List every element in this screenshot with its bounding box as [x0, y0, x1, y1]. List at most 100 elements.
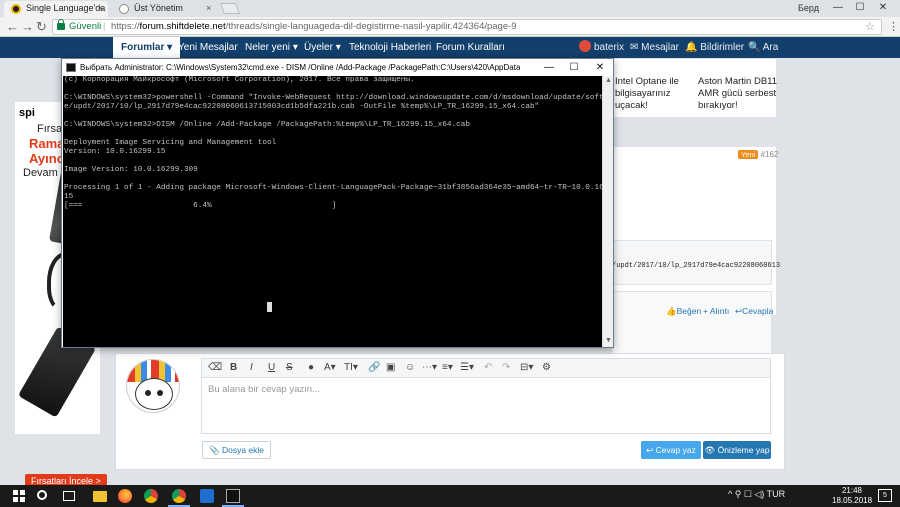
more-button[interactable]: ⋯▾	[422, 361, 437, 375]
url-bar[interactable]: Güvenli | https://forum.shiftdelete.net/…	[52, 19, 882, 35]
ad-text: Fırsa	[37, 123, 63, 135]
nav-alerts[interactable]: 🔔 Bildirimler	[685, 37, 744, 58]
nav-search[interactable]: 🔍 Ara	[748, 37, 778, 58]
console-line: 15	[64, 193, 74, 201]
italic-button[interactable]: I	[250, 361, 253, 375]
color-button[interactable]: ●	[308, 361, 314, 375]
tab-strip: Single Language'da dil d × Üst Yönetim ×…	[0, 0, 900, 17]
chrome-menu-icon[interactable]: ⋮	[888, 20, 899, 33]
search-icon[interactable]	[37, 490, 47, 500]
nav-uyeler[interactable]: Üyeler ▾	[304, 37, 341, 58]
attach-file-button[interactable]: 📎 Dosya ekle	[202, 441, 272, 459]
headline-aston[interactable]: Aston Martin DB11 AMR gücü serbest bırak…	[698, 76, 788, 112]
tab-close-icon[interactable]: ×	[98, 1, 103, 16]
tab-single-language[interactable]: Single Language'da dil d ×	[4, 1, 108, 17]
maximize-icon[interactable]: ☐	[853, 2, 867, 13]
nav-forum-kurallari[interactable]: Forum Kuralları	[436, 37, 505, 58]
console-line: Processing 1 of 1 - Adding package Micro…	[64, 184, 602, 192]
tab-close-icon[interactable]: ×	[206, 1, 211, 16]
cmd-titlebar[interactable]: Выбрать Administrator: C:\Windows\System…	[62, 59, 613, 76]
cmd-close-icon[interactable]: ✕	[588, 59, 612, 76]
list-button[interactable]: ☰▾	[460, 361, 474, 375]
scroll-up-icon[interactable]: ▲	[603, 77, 614, 84]
post-number[interactable]: #162	[761, 150, 779, 159]
nav-messages[interactable]: ✉ Mesajlar	[630, 37, 679, 58]
lock-icon	[57, 19, 65, 30]
remove-format-button[interactable]: ⌫	[208, 361, 222, 375]
undo-button[interactable]: ↶	[484, 361, 492, 375]
preview-button[interactable]: 👁 Önizleme yap	[703, 441, 771, 459]
editor-toolbar: ⌫ B I U S ● A▾ TI▾ 🔗 ▣ ☺ ⋯▾ ≡▾ ☰▾ ↶ ↷ ⊟▾…	[201, 358, 771, 378]
clock[interactable]: 21:48 18.05.2018	[832, 486, 872, 506]
align-button[interactable]: ≡▾	[442, 361, 453, 375]
avatar[interactable]	[126, 359, 180, 413]
clock-date: 18.05.2018	[832, 496, 873, 505]
avatar-face	[135, 378, 173, 410]
font-size-button[interactable]: TI▾	[344, 361, 358, 375]
nav-yeni-mesajlar[interactable]: Yeni Mesajlar	[178, 37, 238, 58]
cmd-minimize-icon[interactable]: —	[537, 59, 561, 76]
separator: |	[103, 21, 106, 32]
chrome-icon[interactable]	[144, 489, 158, 503]
url-text: https://forum.shiftdelete.net/threads/si…	[111, 21, 517, 32]
user-avatar-icon	[579, 40, 591, 52]
ad-text: Ayıno	[29, 151, 65, 166]
drafts-button[interactable]: ⊟▾	[520, 361, 533, 375]
reload-icon[interactable]: ↻	[36, 19, 47, 34]
cmd-window[interactable]: Выбрать Administrator: C:\Windows\System…	[61, 58, 614, 348]
file-explorer-icon[interactable]	[93, 491, 107, 502]
console-cursor	[267, 302, 272, 312]
bold-button[interactable]: B	[230, 361, 237, 375]
code-line: /updt/2017/10/lp_2917d79e4cac92208060613	[612, 262, 781, 270]
post-reply-button[interactable]: ↩ Cevap yaz	[641, 441, 701, 459]
bookmark-star-icon[interactable]: ☆	[865, 20, 875, 34]
tab-title: Üst Yönetim	[134, 3, 183, 13]
system-tray[interactable]: ^ ⚲ ☐ ◁) TUR	[728, 489, 785, 500]
nav-teknoloji-haberleri[interactable]: Teknoloji Haberleri	[349, 37, 431, 58]
cmd-console[interactable]: (c) Корпорация Майкрософт (Microsoft Cor…	[63, 76, 602, 347]
redo-button[interactable]: ↷	[502, 361, 510, 375]
cmd-taskbar-icon[interactable]	[226, 489, 240, 503]
strike-button[interactable]: S	[286, 361, 293, 375]
console-line: Version: 10.0.16299.15	[64, 148, 166, 156]
like-link[interactable]: 👍Beğen	[666, 306, 701, 317]
back-icon[interactable]: ←	[6, 19, 19, 34]
console-line: C:\WINDOWS\system32>DISM /Online /Add-Pa…	[64, 121, 470, 129]
font-family-button[interactable]: A▾	[324, 361, 336, 375]
quote-link[interactable]: + Alıntı	[703, 306, 729, 316]
cmd-maximize-icon[interactable]: ☐	[562, 59, 586, 76]
underline-button[interactable]: U	[268, 361, 275, 375]
firefox-icon[interactable]	[118, 489, 132, 503]
chrome-icon[interactable]	[172, 489, 186, 503]
secure-label: Güvenli	[69, 21, 102, 32]
tab-ust-yonetim[interactable]: Üst Yönetim ×	[112, 1, 216, 17]
profile-name[interactable]: Берд	[798, 3, 819, 13]
link-button[interactable]: 🔗	[368, 361, 380, 375]
cmd-app-icon	[66, 63, 76, 72]
nav-forumlar[interactable]: Forumlar ▾	[113, 37, 181, 58]
notification-center-icon[interactable]: 5	[878, 489, 892, 502]
forward-icon[interactable]: →	[21, 19, 34, 34]
windows-start-icon[interactable]	[13, 490, 25, 502]
user-menu[interactable]: baterix	[579, 37, 624, 58]
reply-editor[interactable]: Bu alana bir cevap yazın...	[201, 378, 771, 434]
settings-button[interactable]: ⚙	[542, 361, 551, 375]
reply-link[interactable]: ↩Cevapla	[735, 306, 773, 317]
console-line: (c) Корпорация Майкрософт (Microsoft Cor…	[64, 76, 415, 84]
avatar-eye	[145, 390, 151, 396]
console-line: C:\WINDOWS\system32>powershell -Command …	[64, 94, 602, 102]
minimize-icon[interactable]: —	[831, 2, 845, 13]
smilie-button[interactable]: ☺	[405, 361, 415, 375]
console-line: Deployment Image Servicing and Managemen…	[64, 139, 277, 147]
cmd-scrollbar[interactable]: ▲ ▼	[602, 76, 613, 347]
windows-taskbar: ^ ⚲ ☐ ◁) TUR 21:48 18.05.2018 5	[0, 485, 900, 507]
nav-neler-yeni[interactable]: Neler yeni ▾	[245, 37, 298, 58]
cmd-title: Выбрать Administrator: C:\Windows\System…	[80, 63, 520, 72]
close-icon[interactable]: ✕	[876, 2, 890, 13]
image-button[interactable]: ▣	[386, 361, 395, 375]
task-view-icon[interactable]	[63, 491, 75, 501]
scroll-down-icon[interactable]: ▼	[603, 337, 614, 344]
new-tab-button[interactable]	[219, 3, 241, 14]
headline-intel[interactable]: Intel Optane ile bilgisayarınız uçacak!	[615, 76, 705, 112]
app-icon[interactable]	[200, 489, 214, 503]
